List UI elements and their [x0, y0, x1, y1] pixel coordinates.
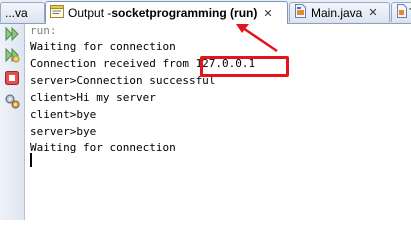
console-line: client>bye — [30, 108, 97, 121]
close-icon[interactable]: ✕ — [263, 7, 272, 20]
rerun-icon[interactable] — [4, 26, 20, 42]
console-line: server>Connection successful — [30, 74, 216, 87]
tab-output[interactable]: Output - socketprogramming (run) ✕ — [45, 1, 288, 24]
console-line: server>bye — [30, 125, 97, 138]
tab-label: Main.java — [311, 5, 363, 20]
console-line: client>Hi my server — [30, 91, 156, 104]
java-file-icon — [396, 4, 407, 21]
tab-label-prefix: Output - — [68, 6, 112, 20]
console-line: Waiting for connection — [30, 141, 176, 154]
output-toolbar — [0, 24, 25, 220]
java-file-icon — [294, 4, 307, 21]
console-line: Waiting for connection — [30, 40, 176, 53]
console-line: run: — [30, 24, 57, 37]
output-console[interactable]: run: Waiting for connection Connection r… — [25, 24, 411, 220]
tab-overflow[interactable]: T — [391, 2, 411, 22]
output-window-icon — [50, 5, 64, 21]
close-icon[interactable]: ✕ — [368, 6, 377, 19]
tab-label: ...va — [5, 5, 28, 20]
text-cursor — [30, 153, 32, 167]
editor-tab-bar: ...va Output - socketprogramming (run) ✕… — [0, 0, 411, 24]
settings-icon[interactable] — [4, 93, 20, 109]
tab-main-java[interactable]: Main.java ✕ — [289, 2, 390, 22]
tab-java-file[interactable]: ...va — [0, 2, 45, 22]
tab-label-project: socketprogramming (run) — [111, 6, 258, 20]
rerun-with-options-icon[interactable] — [4, 47, 20, 63]
ip-address-highlight-box — [200, 56, 289, 77]
stop-icon[interactable] — [4, 70, 20, 86]
